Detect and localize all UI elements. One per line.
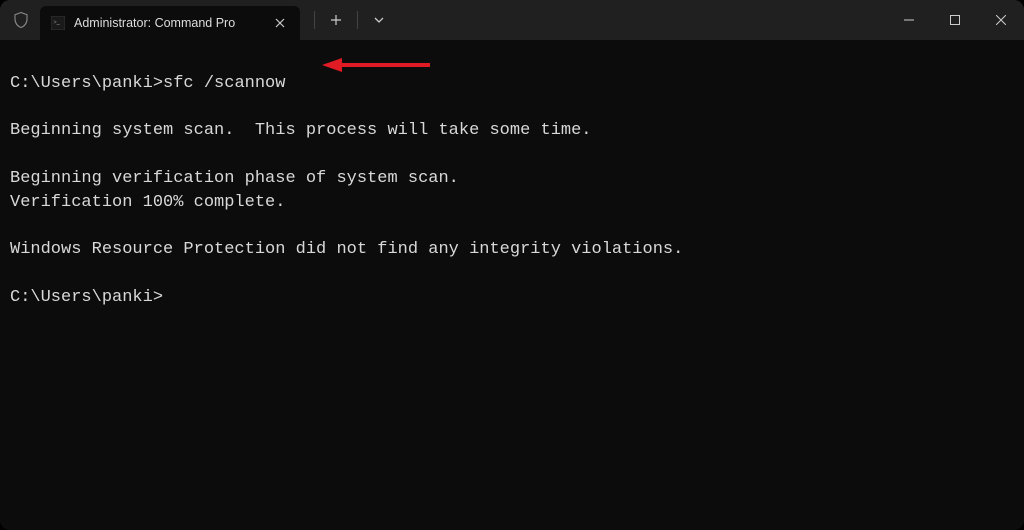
app-shield-icon <box>10 9 32 31</box>
svg-text:>_: >_ <box>53 20 60 26</box>
minimize-button[interactable] <box>886 0 932 40</box>
titlebar: >_ Administrator: Command Pro <box>0 0 1024 40</box>
arrow-annotation-icon <box>322 54 432 76</box>
output-line: Beginning system scan. This process will… <box>10 121 592 140</box>
prompt: C:\Users\panki> <box>10 74 163 93</box>
tab-controls <box>310 5 396 35</box>
terminal-window: >_ Administrator: Command Pro <box>0 0 1024 530</box>
output-line: Beginning verification phase of system s… <box>10 169 459 188</box>
prompt: C:\Users\panki> <box>10 288 163 307</box>
separator <box>357 11 358 29</box>
terminal-output[interactable]: C:\Users\panki>sfc /scannow Beginning sy… <box>0 40 1024 530</box>
separator <box>314 11 315 29</box>
new-tab-button[interactable] <box>319 5 353 35</box>
close-button[interactable] <box>978 0 1024 40</box>
output-line: Windows Resource Protection did not find… <box>10 240 683 259</box>
maximize-button[interactable] <box>932 0 978 40</box>
tabs-dropdown-button[interactable] <box>362 5 396 35</box>
output-line: Verification 100% complete. <box>10 193 285 212</box>
window-controls <box>886 0 1024 40</box>
tab-title: Administrator: Command Pro <box>74 16 264 30</box>
cmd-icon: >_ <box>50 15 66 31</box>
close-tab-button[interactable] <box>270 13 290 33</box>
active-tab[interactable]: >_ Administrator: Command Pro <box>40 6 300 40</box>
entered-command: sfc /scannow <box>163 74 285 93</box>
